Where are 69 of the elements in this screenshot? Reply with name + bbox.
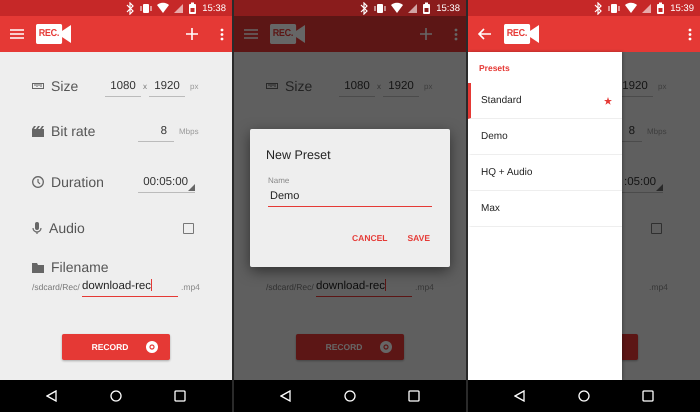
signal-icon <box>408 2 418 14</box>
dialog-title: New Preset <box>266 148 332 162</box>
back-icon[interactable] <box>514 390 526 402</box>
wifi-icon <box>391 2 404 14</box>
width-field[interactable]: 1080 <box>105 76 141 96</box>
clock-time: 15:38 <box>202 2 226 14</box>
record-button[interactable]: RECORD <box>62 334 170 360</box>
back-arrow-icon[interactable] <box>478 28 492 40</box>
preset-item[interactable]: Demo <box>468 119 622 155</box>
setting-label: Filename <box>51 259 109 275</box>
duration-dropdown[interactable]: 00:05:00 <box>138 172 195 192</box>
more-options-icon[interactable] <box>454 28 458 40</box>
drawer-heading: Presets <box>478 62 511 75</box>
recents-icon[interactable] <box>174 390 186 402</box>
height-field[interactable]: 1920 <box>149 76 185 96</box>
name-field[interactable]: Demo <box>268 185 432 207</box>
record-disc-icon <box>146 341 158 353</box>
audio-checkbox[interactable] <box>651 222 662 234</box>
field-label: Name <box>268 176 290 185</box>
times-sign: x <box>142 82 148 90</box>
menu-icon[interactable] <box>244 28 258 40</box>
clock-icon <box>32 176 44 188</box>
bitrate-field[interactable]: 8 <box>138 120 174 142</box>
signal-icon <box>174 2 184 14</box>
preset-item[interactable]: Standard <box>468 83 622 119</box>
wifi-icon <box>625 2 638 14</box>
audio-checkbox[interactable] <box>183 222 194 234</box>
add-icon[interactable] <box>186 28 198 40</box>
clapperboard-icon <box>32 126 44 136</box>
back-icon[interactable] <box>280 390 292 402</box>
signal-icon <box>642 2 652 14</box>
microphone-icon <box>32 222 42 234</box>
preset-item[interactable]: Max <box>468 191 622 227</box>
recents-icon[interactable] <box>642 390 654 402</box>
file-extension: .mp4 <box>181 282 200 292</box>
vibrate-icon <box>140 2 152 14</box>
record-disc-icon <box>380 341 392 353</box>
back-icon[interactable] <box>46 390 58 402</box>
recents-icon[interactable] <box>408 390 420 402</box>
unit-label: px <box>190 82 198 90</box>
bluetooth-icon <box>359 2 370 14</box>
ruler-icon <box>266 81 278 91</box>
save-button[interactable]: SAVE <box>407 233 430 243</box>
home-icon[interactable] <box>344 390 356 402</box>
clock-time: 15:38 <box>436 2 460 14</box>
add-icon[interactable] <box>420 28 432 40</box>
unit-label: Mbps <box>179 126 199 136</box>
clock-time: 15:39 <box>670 2 694 14</box>
more-options-icon[interactable] <box>688 28 692 40</box>
folder-path: /sdcard/Rec/ <box>32 282 81 292</box>
filename-field[interactable]: download-rec <box>82 277 178 297</box>
setting-label: Duration <box>51 174 104 190</box>
more-options-icon[interactable] <box>220 28 224 40</box>
vibrate-icon <box>374 2 386 14</box>
bluetooth-icon <box>125 2 136 14</box>
bluetooth-icon <box>593 2 604 14</box>
ruler-icon <box>32 81 44 91</box>
home-icon[interactable] <box>110 390 122 402</box>
setting-label: Size <box>51 78 78 94</box>
setting-label: Bit rate <box>51 123 96 139</box>
setting-label: Size <box>285 78 312 94</box>
home-icon[interactable] <box>578 390 590 402</box>
preset-item[interactable]: HQ + Audio <box>468 155 622 191</box>
cancel-button[interactable]: CANCEL <box>352 233 388 243</box>
setting-label: Audio <box>49 220 85 236</box>
wifi-icon <box>157 2 170 14</box>
folder-icon <box>32 262 44 272</box>
vibrate-icon <box>608 2 620 14</box>
menu-icon[interactable] <box>10 28 24 40</box>
